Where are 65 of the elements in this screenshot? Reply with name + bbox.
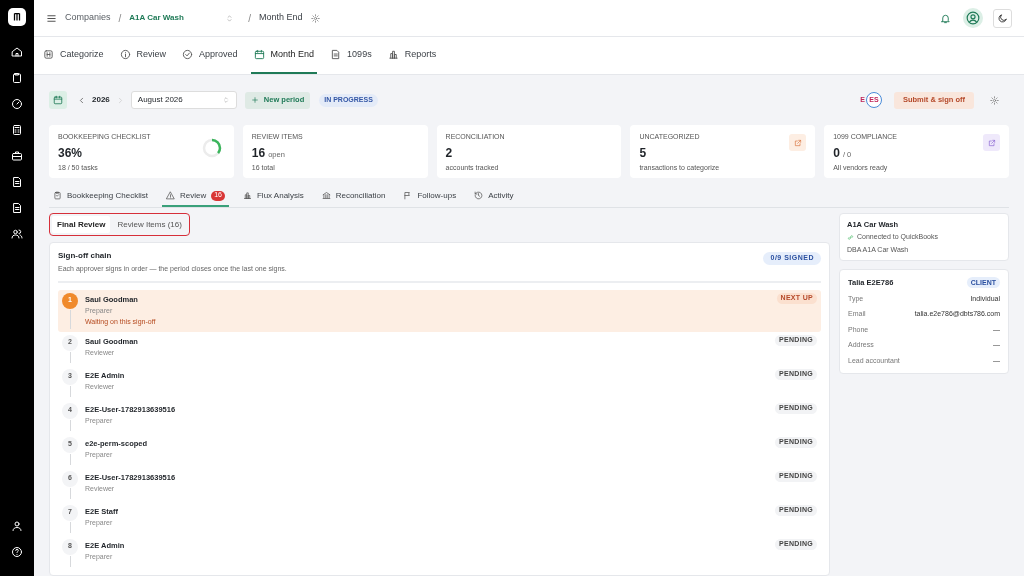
gauge-icon[interactable] bbox=[11, 98, 23, 110]
chevron-updown-icon bbox=[221, 96, 230, 104]
segment-tab[interactable]: Review Items (16) bbox=[112, 216, 187, 233]
month-select[interactable]: August 2026 bbox=[130, 91, 237, 109]
flag-icon bbox=[403, 191, 413, 200]
people-icon[interactable] bbox=[11, 228, 23, 240]
menu-icon[interactable] bbox=[46, 12, 57, 24]
company-selector[interactable]: A1A Car Wash bbox=[129, 12, 235, 24]
breadcrumb-link[interactable]: Companies bbox=[65, 11, 111, 25]
document-icon[interactable] bbox=[11, 202, 23, 214]
nav-tab[interactable]: Approved bbox=[179, 37, 241, 74]
breadcrumb-separator: / bbox=[118, 11, 122, 26]
plus-icon bbox=[250, 96, 259, 104]
page-title: Month End bbox=[259, 11, 303, 25]
calendar-button[interactable] bbox=[49, 91, 67, 109]
section-tab[interactable]: Activity bbox=[470, 186, 518, 207]
bell-icon[interactable] bbox=[940, 12, 951, 24]
home-icon[interactable] bbox=[11, 46, 23, 58]
calculator-icon[interactable] bbox=[11, 124, 23, 136]
bar-chart-icon bbox=[242, 191, 252, 200]
external-link-icon bbox=[793, 138, 802, 147]
year-label: 2026 bbox=[92, 94, 110, 106]
calendar-icon bbox=[53, 95, 63, 105]
stat-value: 2 bbox=[445, 144, 453, 162]
user-circle-icon bbox=[966, 11, 980, 25]
clipboard-icon[interactable] bbox=[11, 72, 23, 84]
stat-value: 5 bbox=[639, 144, 647, 162]
logo-icon[interactable] bbox=[8, 8, 26, 26]
nav-tab[interactable]: Review bbox=[116, 37, 170, 74]
bar-chart-icon bbox=[387, 49, 399, 60]
theme-toggle-button[interactable] bbox=[993, 8, 1012, 28]
progress-ring bbox=[200, 137, 223, 159]
bank-icon bbox=[321, 191, 331, 200]
check-circle-icon bbox=[182, 49, 194, 60]
account-button[interactable] bbox=[963, 8, 983, 28]
grid-icon bbox=[43, 49, 54, 60]
section-tab[interactable]: Reconciliation bbox=[317, 186, 390, 207]
segment-tab[interactable]: Final Review bbox=[52, 216, 111, 233]
briefcase-icon[interactable] bbox=[11, 150, 23, 162]
stat-value: 16 bbox=[251, 144, 266, 162]
external-link-icon bbox=[987, 138, 996, 147]
warning-icon bbox=[165, 191, 175, 200]
document-icon bbox=[330, 49, 342, 60]
document-icon[interactable] bbox=[11, 176, 23, 188]
calendar-icon bbox=[253, 49, 265, 60]
user-icon[interactable] bbox=[11, 520, 23, 532]
nav-tab[interactable]: Reports bbox=[384, 37, 440, 74]
info-icon bbox=[119, 49, 131, 60]
section-tab[interactable]: Flux Analysis bbox=[238, 186, 308, 207]
chevron-updown-icon bbox=[225, 13, 235, 23]
nav-tab[interactable]: Month End bbox=[250, 37, 318, 74]
section-tab[interactable]: Follow-ups bbox=[399, 186, 461, 207]
breadcrumb-separator: / bbox=[248, 11, 252, 26]
clipboard-check-icon bbox=[53, 191, 62, 200]
section-title: Sign-off chain bbox=[58, 250, 113, 262]
link-icon bbox=[847, 234, 854, 241]
stat-value: 36% bbox=[58, 144, 83, 162]
moon-icon bbox=[997, 12, 1008, 24]
chevron-left-icon[interactable] bbox=[77, 95, 86, 105]
stat-value: 0 bbox=[833, 144, 840, 162]
help-icon[interactable] bbox=[11, 546, 23, 558]
nav-tab[interactable]: 1099s bbox=[327, 37, 375, 74]
section-tab[interactable]: Bookkeeping Checklist bbox=[49, 186, 152, 207]
nav-tab[interactable]: Categorize bbox=[40, 37, 107, 74]
history-icon bbox=[474, 191, 484, 200]
